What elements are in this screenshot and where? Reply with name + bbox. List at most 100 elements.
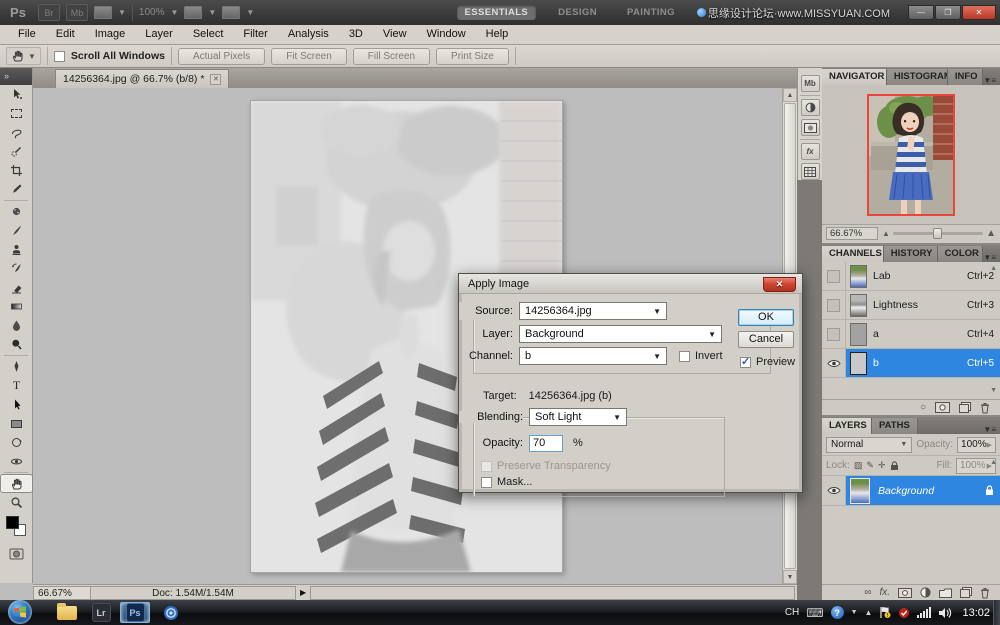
taskbar-clock[interactable]: 13:02 [962,607,990,619]
antivirus-icon[interactable] [898,607,910,619]
restore-button[interactable]: ❐ [935,5,961,20]
crop-tool-icon[interactable] [0,161,33,180]
new-channel-icon[interactable] [959,402,971,413]
fill-screen-button[interactable]: Fill Screen [353,48,430,65]
panel-menu-icon[interactable]: ▼≡ [983,422,1000,434]
slider-thumb[interactable] [933,228,942,239]
link-layers-icon[interactable]: ∞ [864,588,871,598]
menu-layer[interactable]: Layer [135,25,183,44]
ok-button[interactable]: OK [738,309,794,326]
menu-3d[interactable]: 3D [339,25,373,44]
rotate-3d-tool-icon[interactable] [0,433,33,452]
menu-filter[interactable]: Filter [233,25,277,44]
marquee-tool-icon[interactable] [0,104,33,123]
tab-layers[interactable]: LAYERS [822,418,872,434]
taskbar-explorer-button[interactable] [52,602,82,623]
lock-position-icon[interactable]: ✛ [878,460,886,471]
blend-mode-dropdown[interactable]: Normal▼ [826,437,912,453]
language-indicator[interactable]: CH [785,607,799,618]
help-icon[interactable]: ? [831,606,844,619]
menu-view[interactable]: View [373,25,417,44]
delete-layer-trash-icon[interactable] [980,587,990,599]
scroll-up-icon[interactable]: ▲ [990,459,997,466]
visibility-cell[interactable] [822,291,846,319]
tab-histogram[interactable]: HISTOGRAM [887,69,948,85]
channel-row-b[interactable]: b Ctrl+5 [822,349,1000,378]
taskbar-media-player-button[interactable] [156,602,186,623]
actual-pixels-button[interactable]: Actual Pixels [178,48,265,65]
styles-panel-icon[interactable]: fx [801,143,820,160]
navigator-preview[interactable] [822,85,1000,224]
adjustments-panel-icon[interactable] [801,99,820,116]
visibility-cell[interactable] [822,262,846,290]
tab-history[interactable]: HISTORY [884,246,938,262]
zoom-level-control[interactable]: 100% [139,7,165,18]
zoom-in-mountain-icon[interactable]: ▲ [986,228,996,239]
lasso-tool-icon[interactable] [0,123,33,142]
lock-pixels-icon[interactable]: ✎ [866,460,874,471]
shape-tool-icon[interactable] [0,414,33,433]
hand-tool-preset[interactable]: ▼ [6,47,41,65]
tab-info[interactable]: INFO [948,69,984,85]
chevron-down-icon[interactable]: ▼ [208,8,216,17]
tab-navigator[interactable]: NAVIGATOR [822,69,887,85]
eyedropper-tool-icon[interactable] [0,180,33,199]
menu-image[interactable]: Image [85,25,136,44]
menu-select[interactable]: Select [183,25,234,44]
taskbar-photoshop-button[interactable]: Ps [120,602,150,623]
character-panel-icon[interactable] [801,163,820,180]
dodge-tool-icon[interactable] [0,335,33,354]
chevron-down-icon[interactable]: ▼ [246,8,254,17]
invert-checkbox[interactable] [679,351,690,362]
zoom-tool-icon[interactable] [0,493,33,512]
workspace-essentials[interactable]: ESSENTIALS [457,5,537,20]
volume-speaker-icon[interactable] [938,607,952,619]
status-menu-arrow-icon[interactable]: ▶ [300,588,306,597]
gradient-tool-icon[interactable] [0,297,33,316]
screen-mode-icon[interactable] [222,6,240,19]
channel-row-a[interactable]: a Ctrl+4 [822,320,1000,349]
show-hidden-icons[interactable]: ▲ [865,608,873,617]
dialog-title-bar[interactable]: Apply Image [459,274,802,294]
scroll-down-icon[interactable]: ▼ [990,387,997,394]
visibility-cell[interactable] [822,320,846,348]
minimize-button[interactable]: — [908,5,934,20]
brush-tool-icon[interactable] [0,221,33,240]
print-size-button[interactable]: Print Size [436,48,509,65]
status-zoom-field[interactable]: 66.67% [33,586,91,600]
start-button[interactable] [8,600,32,624]
layer-style-fx-icon[interactable]: fx. [879,588,890,598]
eraser-tool-icon[interactable] [0,278,33,297]
menu-edit[interactable]: Edit [46,25,85,44]
menu-window[interactable]: Window [417,25,476,44]
foreground-color-swatch[interactable] [6,516,19,529]
navigator-zoom-field[interactable]: 66.67% [826,227,878,240]
chevron-down-icon[interactable]: ▼ [28,52,36,61]
bridge-button[interactable]: Br [38,4,60,21]
scroll-up-icon[interactable]: ▲ [783,88,797,102]
zoom-out-mountain-icon[interactable]: ▲ [882,229,890,238]
quick-mask-icon[interactable] [0,544,33,563]
layer-row-background[interactable]: Background [822,476,1000,506]
visibility-checkbox[interactable] [827,270,840,283]
channel-row-lab[interactable]: Lab Ctrl+2 [822,262,1000,291]
network-signal-icon[interactable] [917,607,931,618]
blur-tool-icon[interactable] [0,316,33,335]
cancel-button[interactable]: Cancel [738,331,794,348]
load-selection-icon[interactable]: ○ [920,403,926,413]
type-tool-icon[interactable]: T [0,376,33,395]
action-center-flag-icon[interactable] [879,606,891,619]
fit-screen-button[interactable]: Fit Screen [271,48,347,65]
menu-analysis[interactable]: Analysis [278,25,339,44]
layer-dropdown[interactable]: Background▼ [519,325,722,343]
clone-stamp-tool-icon[interactable] [0,240,33,259]
menu-file[interactable]: File [8,25,46,44]
chevron-down-icon[interactable]: ▼ [171,8,179,17]
adjustment-layer-icon[interactable] [920,587,931,598]
panel-menu-icon[interactable]: ▼≡ [983,250,1000,262]
opacity-input[interactable] [529,435,563,452]
lock-transparency-icon[interactable]: ▨ [854,460,863,471]
move-tool-icon[interactable] [0,85,33,104]
mini-bridge-panel-icon[interactable]: Mb [801,75,820,92]
add-layer-mask-icon[interactable] [898,588,912,598]
